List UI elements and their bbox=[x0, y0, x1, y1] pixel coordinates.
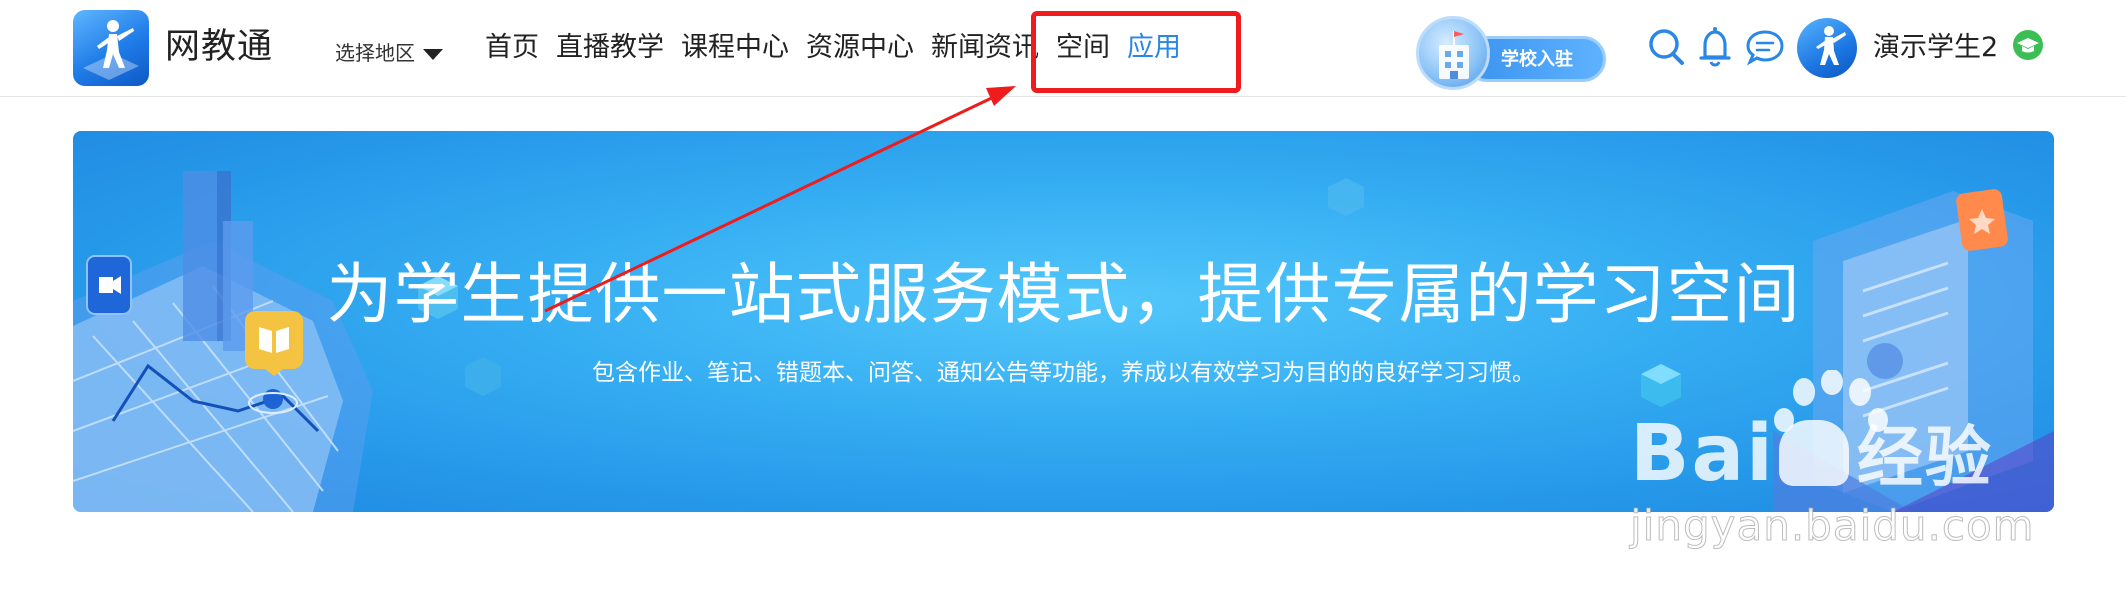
site-logo-icon[interactable] bbox=[73, 10, 149, 86]
nav-item-home[interactable]: 首页 bbox=[485, 26, 539, 70]
region-selector[interactable]: 选择地区 bbox=[335, 38, 443, 68]
school-entry-label: 学校入驻 bbox=[1501, 49, 1573, 70]
search-icon[interactable] bbox=[1646, 25, 1688, 71]
top-navigation-bar: 网教通 选择地区 首页 直播教学 课程中心 资源中心 新闻资讯 空间 应用 学校… bbox=[0, 0, 2126, 97]
banner-subtitle: 包含作业、笔记、错题本、问答、通知公告等功能，养成以有效学习为目的的良好学习习惯… bbox=[592, 360, 1535, 386]
school-building-icon bbox=[1416, 16, 1490, 90]
graduation-cap-icon bbox=[2013, 30, 2043, 60]
nav-item-live-teaching[interactable]: 直播教学 bbox=[556, 26, 664, 70]
banner-title: 为学生提供一站式服务模式，提供专属的学习空间 bbox=[326, 256, 1801, 333]
caret-down-icon bbox=[423, 48, 443, 60]
nav-item-course-center[interactable]: 课程中心 bbox=[681, 26, 789, 70]
site-name[interactable]: 网教通 bbox=[165, 24, 273, 70]
bell-icon[interactable] bbox=[1695, 25, 1737, 71]
hero-banner: 为学生提供一站式服务模式，提供专属的学习空间 包含作业、笔记、错题本、问答、通知… bbox=[73, 131, 2054, 512]
nav-item-resource-center[interactable]: 资源中心 bbox=[806, 26, 914, 70]
message-icon[interactable] bbox=[1745, 25, 1787, 71]
user-name[interactable]: 演示学生2 bbox=[1873, 26, 1998, 70]
avatar[interactable] bbox=[1797, 18, 1857, 78]
school-entry-button[interactable]: 学校入驻 bbox=[1416, 16, 1606, 90]
annotation-highlight-box bbox=[1031, 11, 1241, 93]
region-selector-label: 选择地区 bbox=[335, 41, 415, 65]
nav-item-news[interactable]: 新闻资讯 bbox=[931, 26, 1039, 70]
